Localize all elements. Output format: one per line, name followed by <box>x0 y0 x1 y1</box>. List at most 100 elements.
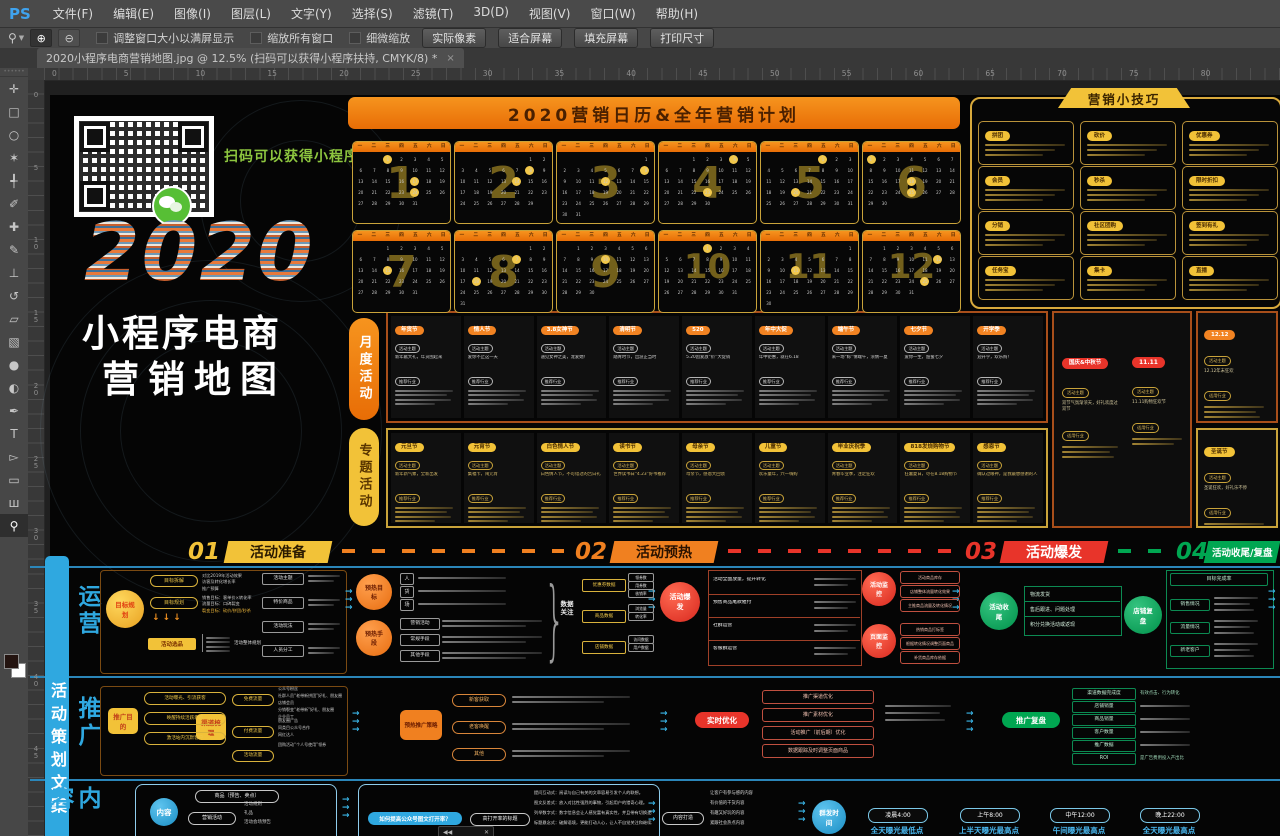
theme-oval: 活动主题 <box>1204 356 1231 366</box>
micro-text-line <box>395 511 447 513</box>
option-button[interactable]: 适合屏幕 <box>498 28 562 48</box>
industry-oval: 推荐行业 <box>904 494 929 503</box>
close-icon[interactable]: ✕ <box>484 829 489 836</box>
micro-text-line <box>442 620 542 622</box>
menu-item[interactable]: 窗口(W) <box>580 5 645 22</box>
zoom-tool-icon[interactable]: ⚲ <box>8 31 17 45</box>
healing-brush-tool-icon[interactable]: ✚ <box>0 215 28 238</box>
option-checkbox[interactable] <box>96 32 108 44</box>
blur-tool-icon[interactable]: ● <box>0 353 28 376</box>
brush-tool-icon[interactable]: ✎ <box>0 238 28 261</box>
activity-card: 圣诞节活动主题圣诞狂欢，好礼乐不停适用行业 <box>1196 428 1278 528</box>
option-checkbox-label: 缩放所有窗口 <box>267 30 333 46</box>
ruler-mark: 5 <box>124 69 129 78</box>
tab-close-icon[interactable]: × <box>446 53 454 64</box>
tip-card: 分销 <box>978 211 1074 255</box>
horizontal-ruler[interactable] <box>44 68 1280 81</box>
activity-title: 818发烧购物节 <box>904 443 955 452</box>
history-brush-tool-icon[interactable]: ↺ <box>0 284 28 307</box>
micro-text-line <box>442 657 526 659</box>
activity-card: 读书节活动主题世界读书日“4.23”好书推荐推荐行业 <box>609 433 679 523</box>
review-row: 销售情况 <box>1170 599 1210 611</box>
menu-item[interactable]: 滤镜(T) <box>403 5 464 22</box>
micro-text-line <box>308 628 334 630</box>
menu-item[interactable]: 选择(S) <box>342 5 403 22</box>
activity-theme: 新年献大礼，年货囤起来 <box>395 355 457 368</box>
content-tip: 列举数字式：数字信息会让人感觉富有真实性，并且带有切换逻辑事实。 <box>534 810 652 816</box>
activity-theme: 欢乐童年，六一嗨购 <box>759 472 821 485</box>
industry-oval: 推荐行业 <box>832 377 857 386</box>
magic-wand-tool-icon[interactable]: ✶ <box>0 146 28 169</box>
shape-tool-icon[interactable]: ▭ <box>0 468 28 491</box>
tip-label: 社区团购 <box>1087 221 1123 231</box>
move-tool-icon[interactable]: ✛ <box>0 77 28 100</box>
type-tool-icon[interactable]: T <box>0 422 28 445</box>
zoom-tool-icon[interactable]: ⚲ <box>0 514 28 537</box>
dodge-tool-icon[interactable]: ◐ <box>0 376 28 399</box>
calendar-dates: 1234567891011121314151617181920212223242… <box>864 154 959 220</box>
channel-item: 店铺会员 <box>278 700 342 706</box>
optimize-item: 数据跟踪及时调整页面商品 <box>762 744 874 758</box>
divider <box>1024 601 1120 602</box>
calendar-weekday-row: 一二三四五六日 <box>863 142 960 152</box>
phase-number: 01 <box>188 539 220 565</box>
ruler-mark: 75 <box>1129 69 1139 78</box>
zoom-out-button[interactable]: ⊖ <box>58 29 80 47</box>
hand-tool-icon[interactable]: ш <box>0 491 28 514</box>
divider-line <box>30 566 1280 568</box>
option-button[interactable]: 打印尺寸 <box>650 28 714 48</box>
micro-text-line <box>985 199 1043 201</box>
panel-grip[interactable]: •••••• <box>0 68 28 77</box>
micro-text-line <box>541 520 581 522</box>
micro-text-line <box>904 520 944 522</box>
micro-text-line <box>814 624 856 626</box>
activity-industry-lines <box>977 507 1039 523</box>
menu-item[interactable]: 图像(I) <box>164 5 221 22</box>
activity-title: 元宵节 <box>468 443 497 452</box>
calendar-dates: 1234567891011121314151617181920212223242… <box>660 243 755 309</box>
micro-text-line <box>1087 144 1167 146</box>
menu-item[interactable]: 帮助(H) <box>646 5 708 22</box>
activity-theme: 集福卡，闹元宵 <box>468 472 530 485</box>
chevron-down-icon[interactable]: ▼ <box>19 34 24 42</box>
eyedropper-tool-icon[interactable]: ✐ <box>0 192 28 215</box>
gradient-tool-icon[interactable]: ▧ <box>0 330 28 353</box>
phase-dashes <box>342 549 564 553</box>
menu-item[interactable]: 3D(D) <box>463 5 518 22</box>
menu-item[interactable]: 图层(L) <box>221 5 281 22</box>
activity-industry-lines <box>541 507 603 523</box>
menu-item[interactable]: 文字(Y) <box>281 5 342 22</box>
content-tip: 标题悬念式：破解语境，更能打动人心，让人不自觉关注和继续发掘。 <box>534 820 652 826</box>
document-tab[interactable]: 2020小程序电商营销地图.jpg @ 12.5% (扫码可以获得小程序扶持, … <box>37 48 464 68</box>
option-button[interactable]: 实际像素 <box>422 28 486 48</box>
path-select-tool-icon[interactable]: ▻ <box>0 445 28 468</box>
option-button[interactable]: 填充屏幕 <box>574 28 638 48</box>
eraser-tool-icon[interactable]: ▱ <box>0 307 28 330</box>
zoom-in-button[interactable]: ⊕ <box>30 29 52 47</box>
micro-text-line <box>395 403 435 405</box>
pen-tool-icon[interactable]: ✒ <box>0 399 28 422</box>
option-checkbox[interactable] <box>349 32 361 44</box>
divider-line <box>30 779 1280 781</box>
lasso-tool-icon[interactable]: ○ <box>0 123 28 146</box>
mini-toolbar: ◀◀ ✕ <box>438 826 494 836</box>
micro-text-line <box>468 507 526 509</box>
micro-text-line <box>1189 194 1259 196</box>
foreground-color-swatch[interactable] <box>4 654 19 669</box>
content-build-item: 让客户有参与感的内容 <box>710 790 792 796</box>
menu-item[interactable]: 编辑(E) <box>103 5 164 22</box>
marquee-tool-icon[interactable]: □ <box>0 100 28 123</box>
down-arrows-icon: ↓↓↓ <box>152 613 184 623</box>
micro-text-line <box>308 604 334 606</box>
clone-stamp-tool-icon[interactable]: ⊥ <box>0 261 28 284</box>
crop-tool-icon[interactable]: ╃ <box>0 169 28 192</box>
rewind-icon[interactable]: ◀◀ <box>443 829 452 836</box>
micro-text-line <box>418 603 506 605</box>
option-checkbox[interactable] <box>250 32 262 44</box>
calendar-body: 2123456789101112131415161718192021222324… <box>455 152 552 222</box>
menu-item[interactable]: 视图(V) <box>519 5 581 22</box>
ruler-mark: 60 <box>914 69 924 78</box>
optimize-item: 推广渠道优化 <box>762 690 874 704</box>
calendar-month-card: 一二三四五六日712345678910111213141516171819202… <box>352 230 451 313</box>
menu-item[interactable]: 文件(F) <box>43 5 103 22</box>
